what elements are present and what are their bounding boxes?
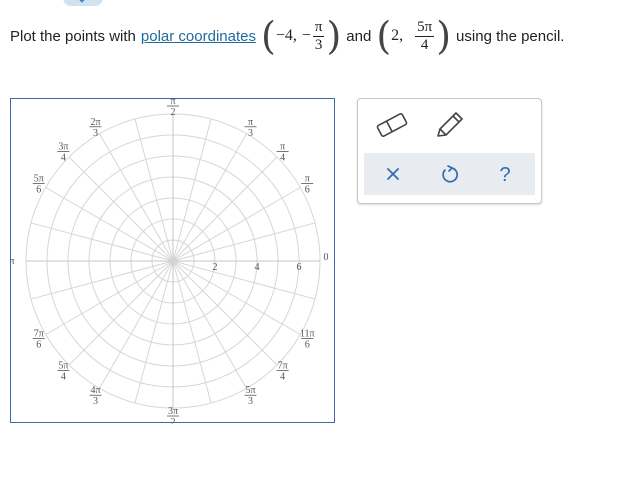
point-2: ( 2, 5π 4 ) (376, 14, 452, 58)
angle-label-num: 3π (58, 141, 68, 152)
and-text: and (346, 27, 372, 45)
angle-label-num: π (280, 141, 285, 152)
help-glyph: ? (499, 164, 510, 186)
drawing-toolbar: ? (357, 98, 542, 204)
angle-label-num: 3π (168, 406, 178, 417)
angle-label-num: 5π (34, 174, 44, 185)
point-1-theta-sign: − (301, 27, 311, 44)
polar-ray (99, 133, 174, 262)
x-icon (387, 168, 399, 180)
pencil-icon (437, 112, 463, 137)
angle-label-den: 4 (61, 152, 66, 163)
polar-graph[interactable]: 2 4 6 0 π 3 π 4 π 6 π 2 2π 3 3π 4 5π 6 π 7π 6 5π 4 4π 3 3π 2 5π 3 7π 4… (10, 98, 336, 424)
angle-label-den: 6 (36, 340, 41, 351)
point-2-theta: 5π 4 (415, 19, 435, 53)
polar-ray (68, 260, 174, 366)
polar-ray (68, 156, 174, 262)
angle-label-num: 5π (245, 385, 255, 396)
clear-button[interactable] (376, 157, 410, 191)
angle-label-den: 4 (280, 372, 285, 383)
point-1: ( −4, − π 3 ) (260, 14, 342, 58)
polar-ray (172, 118, 212, 262)
polar-ray (99, 260, 174, 389)
angle-label: π (11, 256, 15, 267)
angle-label-num: 11π (300, 329, 315, 340)
polar-ray (30, 260, 174, 300)
angle-label-den: 4 (61, 372, 66, 383)
polar-ray (172, 187, 301, 262)
point-1-theta: π 3 (312, 19, 325, 53)
polar-ray (172, 260, 247, 389)
angle-label-den: 3 (93, 396, 98, 407)
angle-label-num: 7π (34, 329, 44, 340)
help-button[interactable]: ? (488, 157, 522, 191)
polar-ray (172, 260, 278, 366)
angle-label-den: 3 (248, 396, 253, 407)
eraser-tool[interactable] (372, 107, 412, 143)
angle-label-den: 4 (280, 152, 285, 163)
polar-ray (45, 260, 174, 335)
angle-label-den: 2 (171, 107, 176, 118)
polar-grid[interactable]: 2 4 60π3π4π6π22π33π45π6π7π65π44π33π25π37π4… (11, 99, 336, 424)
angle-label-num: π (305, 174, 310, 185)
radius-label: 4 (255, 262, 260, 273)
point-1-r: −4, (275, 27, 297, 44)
angle-label-den: 6 (305, 185, 310, 196)
polar-ray (172, 222, 316, 262)
angle-label-den: 2 (171, 417, 176, 424)
question-prompt: Plot the points with polar coordinates (… (10, 14, 564, 58)
radius-label: 2 (213, 262, 218, 273)
radius-label: 6 (297, 262, 302, 273)
polar-ray (172, 260, 301, 335)
polar-ray (172, 133, 247, 262)
angle-label-den: 6 (305, 340, 310, 351)
collapse-tab[interactable] (63, 0, 103, 6)
zero-angle-label: 0 (324, 252, 329, 263)
polar-ray (45, 187, 174, 262)
angle-label-num: π (248, 117, 253, 128)
polar-ray (172, 260, 212, 404)
polar-ray (134, 118, 174, 262)
polar-ray (30, 222, 174, 262)
question-icon: ? (499, 164, 510, 186)
chevron-down-icon (76, 0, 88, 3)
eraser-icon (376, 113, 408, 137)
angle-label-num: 7π (278, 361, 288, 372)
polar-ray (134, 260, 174, 404)
pencil-tool[interactable] (430, 107, 470, 143)
prompt-text-end: using the pencil. (456, 27, 565, 45)
angle-label-den: 3 (93, 128, 98, 139)
action-bar: ? (364, 153, 535, 195)
angle-label-num: 2π (90, 117, 100, 128)
angle-label-den: 3 (248, 128, 253, 139)
polar-ray (172, 156, 278, 262)
undo-button[interactable] (432, 157, 466, 191)
angle-label-num: 5π (58, 361, 68, 372)
angle-label-num: 4π (90, 385, 100, 396)
prompt-text: Plot the points with (10, 27, 136, 45)
polar-coordinates-link[interactable]: polar coordinates (141, 28, 256, 45)
point-2-r: 2, (391, 27, 404, 44)
polar-ray (172, 260, 316, 300)
angle-label-den: 6 (36, 185, 41, 196)
undo-icon (442, 165, 458, 183)
